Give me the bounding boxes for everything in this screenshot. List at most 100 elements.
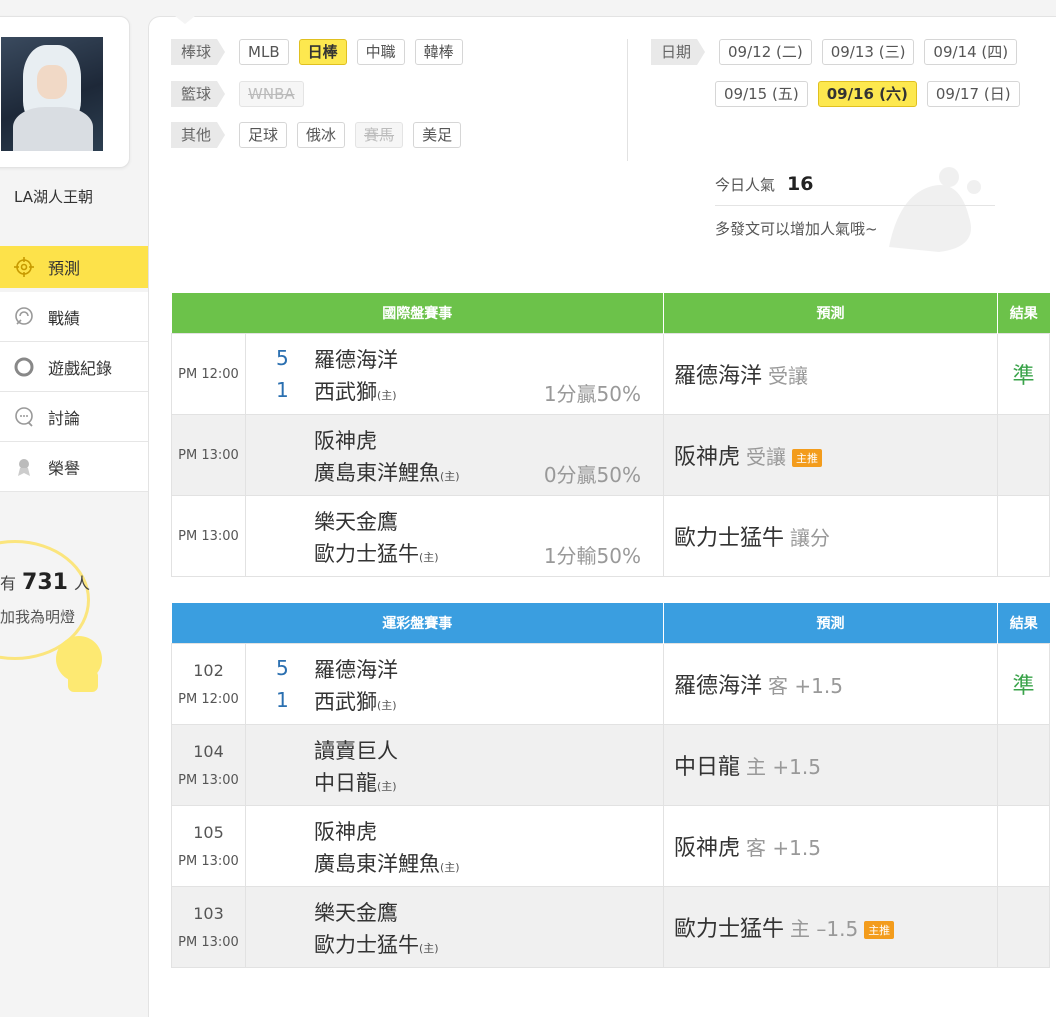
username[interactable]: LA湖人王朝 bbox=[14, 186, 93, 207]
table-row[interactable]: 104 PM 13:00 讀賣巨人 中日龍(主) 中日龍主 +1.5 bbox=[171, 724, 1050, 806]
handicap: 1分輸50% bbox=[543, 544, 641, 568]
date-0912[interactable]: 09/12 (二) bbox=[719, 39, 812, 65]
popularity-value: 16 bbox=[787, 173, 814, 195]
pred-team: 阪神虎 bbox=[674, 445, 741, 470]
chip-mlb[interactable]: MLB bbox=[239, 39, 289, 65]
filter-basketball: 籃球 WNBA bbox=[171, 81, 314, 107]
pred-note: 受讓 bbox=[746, 445, 787, 469]
game-time: PM 13:00 bbox=[178, 935, 239, 950]
team-away[interactable]: 樂天金鷹 bbox=[314, 897, 398, 927]
team-away[interactable]: 羅德海洋 bbox=[314, 654, 398, 684]
home-mark: (主) bbox=[419, 551, 439, 564]
game-time: PM 13:00 bbox=[171, 495, 246, 577]
pred-team: 歐力士猛牛 bbox=[674, 917, 785, 942]
match-cell: 讀賣巨人 中日龍(主) bbox=[245, 724, 664, 806]
date-0915[interactable]: 09/15 (五) bbox=[715, 81, 808, 107]
match-cell: 樂天金鷹 歐力士猛牛(主) bbox=[245, 886, 664, 968]
featured-tag: 主推 bbox=[792, 449, 823, 467]
date-0917[interactable]: 09/17 (日) bbox=[926, 81, 1020, 107]
chip-npb[interactable]: 日棒 bbox=[298, 39, 347, 65]
table-row[interactable]: PM 13:00 阪神虎 廣島東洋鯉魚(主) 0分贏50% 阪神虎 受讓 主推 bbox=[171, 414, 1050, 496]
handicap: 1分贏50% bbox=[543, 382, 641, 406]
team-home[interactable]: 廣島東洋鯉魚 bbox=[314, 852, 440, 876]
game-time: PM 13:00 bbox=[178, 773, 239, 788]
table-header: 國際盤賽事 預測 結果 bbox=[171, 293, 1050, 334]
pred-note: 客 +1.5 bbox=[746, 836, 821, 860]
team-away[interactable]: 羅德海洋 bbox=[314, 344, 398, 374]
prediction-cell: 阪神虎 受讓 主推 bbox=[663, 414, 998, 496]
pred-note: 受讓 bbox=[768, 364, 809, 388]
pred-note: 主 –1.5 bbox=[790, 917, 859, 941]
pred-note: 客 +1.5 bbox=[768, 674, 843, 698]
chip-khl[interactable]: 俄冰 bbox=[297, 122, 346, 148]
menu-item-honor[interactable]: 榮譽 bbox=[0, 442, 148, 492]
filter-other: 其他 足球 俄冰 賽馬 美足 bbox=[171, 122, 471, 148]
date-0914[interactable]: 09/14 (四) bbox=[924, 39, 1018, 65]
prediction-cell: 中日龍主 +1.5 bbox=[663, 724, 998, 806]
home-mark: (主) bbox=[377, 699, 397, 712]
table-row[interactable]: 105 PM 13:00 阪神虎 廣島東洋鯉魚(主) 阪神虎客 +1.5 bbox=[171, 805, 1050, 887]
table-row[interactable]: PM 12:00 5 1 羅德海洋 西武獅(主) 1分贏50% 羅德海洋 受讓 準 bbox=[171, 333, 1050, 415]
record-icon bbox=[12, 305, 36, 329]
team-away[interactable]: 阪神虎 bbox=[314, 816, 377, 846]
featured-tag: 主推 bbox=[864, 921, 895, 939]
date-0916[interactable]: 09/16 (六) bbox=[817, 81, 917, 107]
profile-sidebar: LA湖人王朝 預測 戰績 遊戲紀錄 討論 榮譽 有 731 人 加我為明燈 bbox=[0, 0, 160, 1000]
pred-note: 讓分 bbox=[790, 526, 831, 550]
game-time: PM 13:00 bbox=[171, 414, 246, 496]
avatar[interactable] bbox=[1, 37, 103, 151]
prediction-cell: 阪神虎客 +1.5 bbox=[663, 805, 998, 887]
date-0913[interactable]: 09/13 (三) bbox=[821, 39, 915, 65]
match-cell: 5 1 羅德海洋 西武獅(主) 1分贏50% bbox=[245, 333, 664, 415]
team-away[interactable]: 讀賣巨人 bbox=[314, 735, 398, 765]
menu-item-record[interactable]: 戰績 bbox=[0, 292, 148, 342]
fans-widget[interactable]: 有 731 人 加我為明燈 bbox=[0, 540, 102, 692]
team-home[interactable]: 廣島東洋鯉魚 bbox=[314, 461, 440, 485]
result-cell: 準 bbox=[997, 643, 1050, 725]
game-time: PM 12:00 bbox=[178, 692, 239, 707]
score-away: 5 bbox=[276, 346, 289, 370]
score-home: 1 bbox=[276, 378, 289, 402]
prediction-cell: 羅德海洋客 +1.5 bbox=[663, 643, 998, 725]
chip-horse-racing: 賽馬 bbox=[355, 122, 404, 148]
medal-icon bbox=[12, 455, 36, 479]
game-id: 103 bbox=[193, 904, 224, 923]
team-away[interactable]: 阪神虎 bbox=[314, 425, 377, 455]
menu-item-label: 預測 bbox=[48, 259, 81, 278]
game-id: 105 bbox=[193, 823, 224, 842]
team-home[interactable]: 歐力士猛牛 bbox=[314, 542, 419, 566]
chip-cpbl[interactable]: 中職 bbox=[356, 39, 405, 65]
pred-team: 歐力士猛牛 bbox=[674, 526, 785, 551]
header-match: 國際盤賽事 bbox=[171, 293, 664, 334]
chip-nfl[interactable]: 美足 bbox=[413, 122, 462, 148]
result-cell bbox=[997, 724, 1050, 806]
game-time: PM 12:00 bbox=[171, 333, 246, 415]
popularity-label: 今日人氣 bbox=[715, 176, 776, 194]
date-row-2: 09/15 (五) 09/16 (六) 09/17 (日) bbox=[715, 81, 1030, 107]
intl-odds-table: 國際盤賽事 預測 結果 PM 12:00 5 1 羅德海洋 西武獅(主) 1分贏… bbox=[171, 293, 1050, 577]
header-prediction: 預測 bbox=[663, 603, 998, 644]
chip-wnba: WNBA bbox=[239, 81, 304, 107]
table-row[interactable]: 102 PM 12:00 5 1 羅德海洋 西武獅(主) 羅德海洋客 +1.5 準 bbox=[171, 643, 1050, 725]
table-row[interactable]: 103 PM 13:00 樂天金鷹 歐力士猛牛(主) 歐力士猛牛主 –1.5 主推 bbox=[171, 886, 1050, 968]
chip-soccer[interactable]: 足球 bbox=[239, 122, 288, 148]
menu-item-discussion[interactable]: 討論 bbox=[0, 392, 148, 442]
table-row[interactable]: PM 13:00 樂天金鷹 歐力士猛牛(主) 1分輸50% 歐力士猛牛 讓分 bbox=[171, 495, 1050, 577]
prediction-cell: 歐力士猛牛主 –1.5 主推 bbox=[663, 886, 998, 968]
table-header: 運彩盤賽事 預測 結果 bbox=[171, 603, 1050, 644]
match-cell: 阪神虎 廣島東洋鯉魚(主) 0分贏50% bbox=[245, 414, 664, 496]
chip-kbo[interactable]: 韓棒 bbox=[414, 39, 463, 65]
team-home[interactable]: 西武獅 bbox=[314, 690, 377, 714]
team-home[interactable]: 中日龍 bbox=[314, 771, 377, 795]
date-label: 日期 bbox=[651, 39, 705, 65]
prediction-cell: 羅德海洋 受讓 bbox=[663, 333, 998, 415]
menu-item-label: 榮譽 bbox=[48, 458, 81, 478]
fans-caption[interactable]: 加我為明燈 bbox=[0, 606, 75, 627]
team-home[interactable]: 歐力士猛牛 bbox=[314, 933, 419, 957]
menu-item-game-log[interactable]: 遊戲紀錄 bbox=[0, 342, 148, 392]
pred-team: 羅德海洋 bbox=[674, 674, 763, 699]
header-result: 結果 bbox=[997, 293, 1050, 334]
team-away[interactable]: 樂天金鷹 bbox=[314, 506, 398, 536]
menu-item-predict[interactable]: 預測 bbox=[0, 246, 160, 288]
team-home[interactable]: 西武獅 bbox=[314, 380, 377, 404]
